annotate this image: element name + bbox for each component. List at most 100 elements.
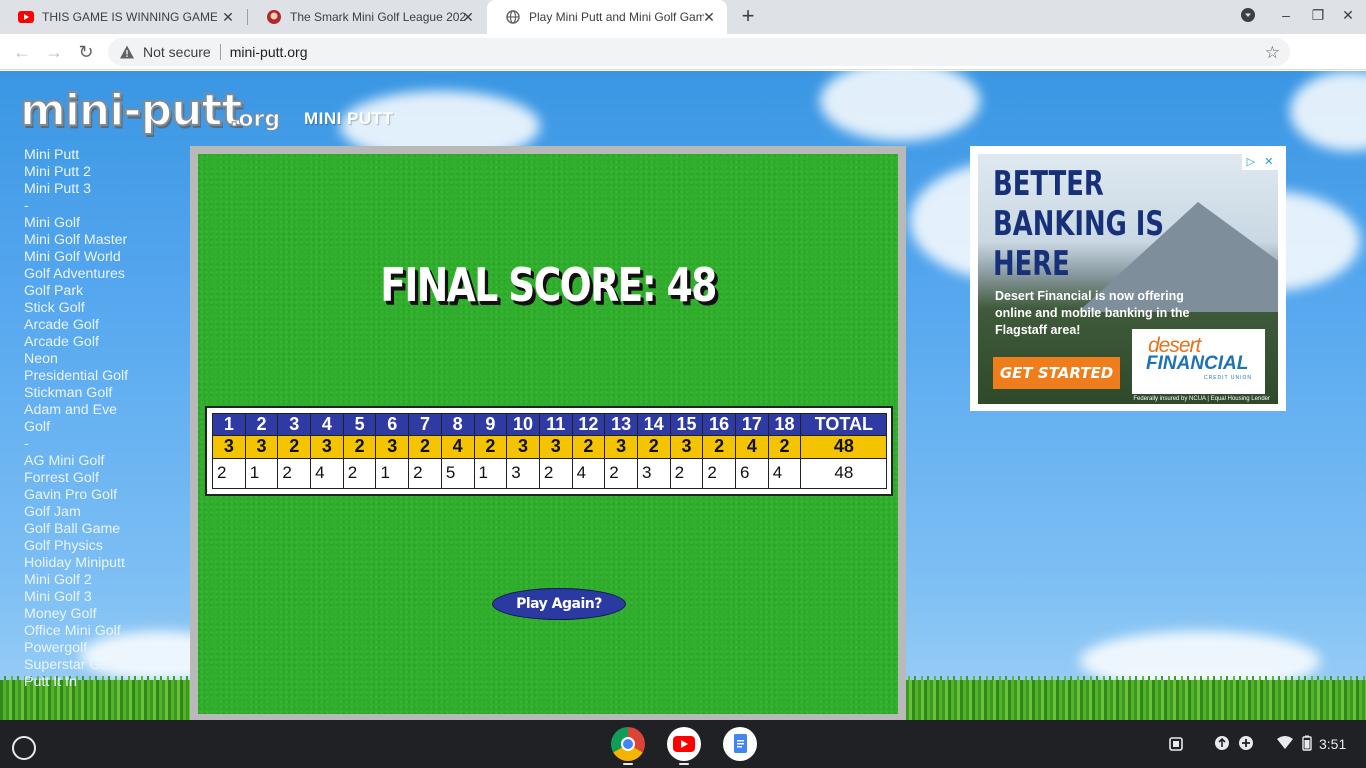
game-list-nav: Mini Putt Mini Putt 2 Mini Putt 3- Mini Gol…	[24, 147, 184, 691]
clock[interactable]: 3:51	[1319, 736, 1346, 752]
address-bar[interactable]: Not secure mini-putt.org ☆	[108, 38, 1290, 66]
ad-choices-badge[interactable]: ▷ ✕	[1242, 154, 1278, 170]
par-cell: 3	[212, 435, 246, 459]
nav-link[interactable]: Arcade Golf	[24, 317, 184, 334]
reload-icon[interactable]: ↻	[74, 40, 98, 64]
tab-bar: THIS GAME IS WINNING GAME OF ✕ The Smark…	[0, 0, 1366, 34]
nav-link[interactable]: Mini Golf 3	[24, 589, 184, 606]
scorecard-holes-row: 1 2 3 4 5 6 7 8 9 10 11 12 13 14 15 16 17 18 TOTAL	[212, 412, 888, 437]
nav-link[interactable]: Mini Putt 3	[24, 181, 184, 198]
nav-link[interactable]: Golf Adventures	[24, 266, 184, 283]
browser-toolbar: ← → ↻ Not secure mini-putt.org ☆ ⋮	[0, 34, 1366, 94]
par-cell: 3	[669, 435, 704, 459]
web-page: mini-putt .org MINI PUTT Mini Putt Mini P…	[0, 71, 1366, 720]
tab-mini-putt[interactable]: Play Mini Putt and Mini Golf Gam ✕	[487, 0, 727, 34]
tab-search-icon[interactable]	[1238, 7, 1258, 27]
nav-link[interactable]: Forrest Golf	[24, 470, 184, 487]
upload-icon[interactable]	[1214, 735, 1230, 754]
nav-link[interactable]: Mini Golf	[24, 215, 184, 232]
nav-link[interactable]: Superstar Golf	[24, 657, 184, 674]
nav-link[interactable]: Adam and Eve	[24, 402, 184, 419]
stroke-cell: 3	[506, 457, 540, 490]
ad-close-icon[interactable]: ✕	[1264, 154, 1273, 170]
advertisement[interactable]: BETTER BANKING IS HERE Desert Financial …	[970, 146, 1286, 411]
nav-link[interactable]: AG Mini Golf	[24, 453, 184, 470]
hole-number-cell: 12	[571, 412, 606, 437]
tab-smark-league[interactable]: The Smark Mini Golf League 202 ✕	[248, 0, 486, 34]
hole-number-cell: 1	[212, 412, 246, 437]
nav-link[interactable]: Holiday Miniputt	[24, 555, 184, 572]
par-total-cell: 48	[800, 435, 888, 459]
battery-icon[interactable]	[1300, 735, 1314, 754]
stroke-cell: 2	[702, 457, 736, 490]
tab-close-icon[interactable]: ✕	[701, 9, 717, 25]
par-cell: 3	[244, 435, 279, 459]
nav-link[interactable]: Money Golf	[24, 606, 184, 623]
hole-number-cell: 16	[702, 412, 736, 437]
nav-link[interactable]: Golf Park	[24, 283, 184, 300]
chrome-icon[interactable]	[611, 727, 645, 761]
stroke-cell: 4	[310, 457, 344, 490]
nav-link[interactable]: Stickman Golf	[24, 385, 184, 402]
nav-link[interactable]: Arcade Golf	[24, 334, 184, 351]
par-cell: 2	[767, 435, 802, 459]
nav-link[interactable]: Mini Golf Master	[24, 232, 184, 249]
nav-link[interactable]: Mini Golf World	[24, 249, 184, 266]
tab-youtube[interactable]: THIS GAME IS WINNING GAME OF ✕	[0, 0, 246, 34]
back-icon[interactable]: ←	[10, 40, 34, 64]
hole-number-cell: 14	[636, 412, 671, 437]
nav-link[interactable]: Gavin Pro Golf	[24, 487, 184, 504]
hole-number-cell: 9	[473, 412, 508, 437]
hole-number-cell: 18	[767, 412, 802, 437]
nav-link[interactable]: Golf Physics	[24, 538, 184, 555]
hole-number-cell: 11	[538, 412, 573, 437]
forward-icon[interactable]: →	[42, 40, 66, 64]
ad-headline: BETTER BANKING IS HERE	[993, 164, 1165, 284]
par-cell: 3	[604, 435, 638, 459]
adchoices-icon[interactable]: ▷	[1247, 154, 1255, 170]
hole-number-cell: 2	[244, 412, 279, 437]
game-canvas[interactable]: FINAL SCORE: 48 1 2 3 4 5 6 7 8 9 10 11 12 13 14 15 16 1…	[198, 154, 898, 714]
nav-link[interactable]: Golf Ball Game	[24, 521, 184, 538]
play-again-button[interactable]: Play Again?	[492, 588, 626, 620]
par-cell: 3	[538, 435, 573, 459]
stroke-total-cell: 48	[800, 457, 888, 490]
site-logo[interactable]: mini-putt .org	[19, 84, 282, 137]
tab-close-icon[interactable]: ✕	[460, 9, 476, 25]
youtube-icon[interactable]	[667, 727, 701, 761]
bookmark-star-icon[interactable]: ☆	[1265, 43, 1280, 63]
nav-link[interactable]: Mini Putt 2	[24, 164, 184, 181]
nav-link[interactable]: Powergolf	[24, 640, 184, 657]
nav-link[interactable]: Stick Golf	[24, 300, 184, 317]
par-cell: 2	[636, 435, 671, 459]
nav-link[interactable]: Mini Golf 2	[24, 572, 184, 589]
minimize-icon[interactable]: –	[1276, 7, 1296, 27]
tab-close-icon[interactable]: ✕	[220, 9, 236, 25]
cloud-decoration	[1290, 71, 1366, 151]
restore-icon[interactable]: ❐	[1308, 7, 1328, 27]
wifi-icon[interactable]	[1276, 735, 1294, 754]
youtube-icon	[18, 9, 34, 25]
nav-link[interactable]: Mini Putt	[24, 147, 184, 164]
close-window-icon[interactable]: ✕	[1338, 7, 1358, 27]
nav-link[interactable]: Presidential Golf	[24, 368, 184, 385]
ad-cta-button[interactable]: GET STARTED	[993, 357, 1120, 389]
google-docs-icon[interactable]	[723, 727, 757, 761]
stroke-cell: 6	[735, 457, 769, 490]
ad-brand-line3: CREDIT UNION	[1204, 375, 1253, 381]
add-circle-icon[interactable]	[1238, 735, 1254, 754]
ad-brand-logo: desert FINANCIAL CREDIT UNION	[1132, 329, 1265, 394]
scorecard: 1 2 3 4 5 6 7 8 9 10 11 12 13 14 15 16 17 18 TOTAL 3323232…	[205, 406, 893, 496]
ad-creative[interactable]: BETTER BANKING IS HERE Desert Financial …	[978, 154, 1278, 404]
new-tab-plus-icon[interactable]: +	[736, 5, 760, 29]
holding-space-icon[interactable]	[1166, 735, 1186, 756]
nav-link[interactable]: Neon	[24, 351, 184, 368]
nav-link[interactable]: Golf Jam	[24, 504, 184, 521]
stroke-cell: 4	[571, 457, 606, 490]
nav-link[interactable]: Putt It In	[24, 674, 184, 691]
nav-link[interactable]: Office Mini Golf	[24, 623, 184, 640]
nav-link[interactable]: Golf	[24, 419, 184, 436]
launcher-icon[interactable]	[12, 736, 36, 760]
par-cell: 2	[277, 435, 312, 459]
stroke-cell: 1	[473, 457, 508, 490]
